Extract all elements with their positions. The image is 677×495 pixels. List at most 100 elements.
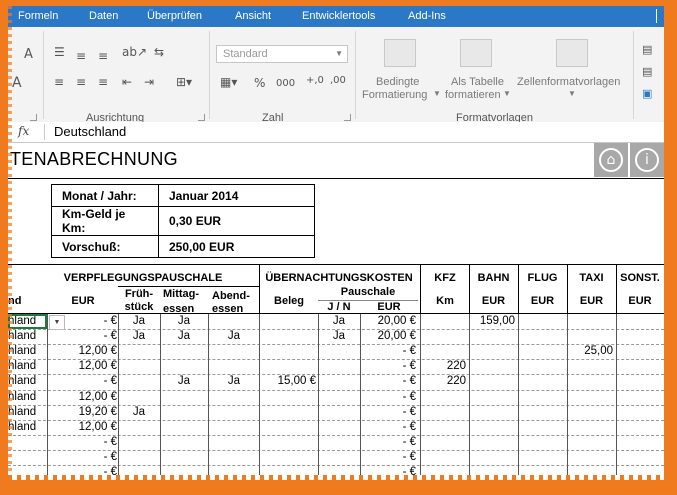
cell-fr[interactable]: Ja (118, 405, 160, 420)
cell-land[interactable]: hland (8, 374, 46, 389)
cell-jn[interactable] (318, 390, 360, 405)
menu-add-ins[interactable]: Add-Ins (408, 10, 446, 22)
cell-flug[interactable] (518, 405, 564, 420)
menu-daten[interactable]: Daten (89, 10, 118, 22)
cell-ab[interactable] (209, 405, 259, 420)
cell-p[interactable]: - € (360, 374, 416, 389)
conditional-formatting-label-2[interactable]: Formatierung (362, 89, 427, 101)
cell-mi[interactable] (160, 390, 208, 405)
active-cell-highlight[interactable] (8, 314, 47, 329)
cell-sonst[interactable] (616, 344, 661, 359)
format-as-table-label-1[interactable]: Als Tabelle (451, 76, 504, 88)
cell-p[interactable]: - € (360, 405, 416, 420)
cell-p[interactable]: - € (360, 390, 416, 405)
cell-p[interactable]: - € (360, 435, 416, 450)
cell-bahn[interactable]: 159,00 (469, 314, 515, 329)
cell-jn[interactable]: Ja (318, 329, 360, 344)
menu-formeln[interactable]: Formeln (18, 10, 58, 22)
home-button[interactable]: ⌂ (594, 143, 628, 177)
cell-jn[interactable]: Ja (318, 314, 360, 329)
cell-mi[interactable] (160, 344, 208, 359)
cell-ab[interactable] (209, 314, 259, 329)
cell-taxi[interactable] (567, 420, 613, 435)
cell-sonst[interactable] (616, 390, 661, 405)
menu-ansicht[interactable]: Ansicht (235, 10, 271, 22)
cell-flug[interactable] (518, 420, 564, 435)
cell-eur[interactable]: 12,00 € (64, 390, 117, 405)
format-as-table-icon[interactable] (460, 39, 492, 67)
cell-fr[interactable] (118, 359, 160, 374)
cell-km[interactable] (421, 329, 466, 344)
align-center-icon[interactable]: ≡ (76, 75, 86, 89)
cell-sonst[interactable] (616, 435, 661, 450)
cell-p[interactable]: 20,00 € (360, 314, 416, 329)
info-value[interactable]: Januar 2014 (158, 184, 315, 207)
cell-km[interactable]: 220 (421, 359, 466, 374)
conditional-formatting-icon[interactable] (384, 39, 416, 67)
cell-taxi[interactable] (567, 314, 613, 329)
cell-bahn[interactable] (469, 359, 515, 374)
cell-flug[interactable] (518, 314, 564, 329)
cell-eur[interactable]: - € (64, 435, 117, 450)
menu-entwicklertools[interactable]: Entwicklertools (302, 10, 375, 22)
cell-fr[interactable] (118, 390, 160, 405)
format-cells-icon[interactable]: ▣ (642, 87, 652, 100)
decrease-decimal-icon[interactable]: ,00 (330, 75, 346, 86)
cell-fr[interactable]: Ja (118, 314, 160, 329)
cell-land[interactable] (8, 450, 46, 465)
decrease-indent-icon[interactable]: ⇤ (122, 75, 132, 89)
accounting-format-icon[interactable]: ▦▾ (220, 75, 237, 89)
cell-taxi[interactable] (567, 329, 613, 344)
cell-beleg[interactable] (260, 450, 316, 465)
orientation-icon[interactable]: ab↗ (122, 45, 147, 59)
font-color-icon[interactable]: A (12, 75, 22, 91)
cell-p[interactable]: - € (360, 344, 416, 359)
cell-beleg[interactable] (260, 314, 316, 329)
cell-ab[interactable]: Ja (209, 329, 259, 344)
cell-sonst[interactable] (616, 314, 661, 329)
cell-taxi[interactable]: 25,00 (567, 344, 613, 359)
cell-p[interactable]: 20,00 € (360, 329, 416, 344)
cell-flug[interactable] (518, 374, 564, 389)
cell-fr[interactable]: Ja (118, 329, 160, 344)
cell-land[interactable] (8, 435, 46, 450)
cell-eur[interactable]: - € (64, 374, 117, 389)
align-bottom-icon[interactable]: ≡ (98, 49, 108, 63)
cell-eur[interactable]: 19,20 € (64, 405, 117, 420)
align-right-icon[interactable]: ≡ (98, 75, 108, 89)
cell-km[interactable] (421, 344, 466, 359)
cell-mi[interactable] (160, 450, 208, 465)
cell-bahn[interactable] (469, 374, 515, 389)
cell-beleg[interactable] (260, 344, 316, 359)
cell-km[interactable] (421, 420, 466, 435)
cell-bahn[interactable] (469, 344, 515, 359)
cell-p[interactable]: - € (360, 420, 416, 435)
cell-flug[interactable] (518, 359, 564, 374)
cell-land[interactable]: hland (8, 344, 46, 359)
cell-flug[interactable] (518, 450, 564, 465)
cell-beleg[interactable] (260, 435, 316, 450)
align-top-icon[interactable]: ☰ (54, 45, 65, 59)
cell-fr[interactable] (118, 435, 160, 450)
cell-taxi[interactable] (567, 405, 613, 420)
cell-ab[interactable] (209, 420, 259, 435)
cell-km[interactable] (421, 435, 466, 450)
cell-beleg[interactable] (260, 329, 316, 344)
cell-flug[interactable] (518, 435, 564, 450)
menu-ueberpruefen[interactable]: Überprüfen (147, 10, 202, 22)
cell-ab[interactable] (209, 390, 259, 405)
cell-jn[interactable] (318, 450, 360, 465)
cell-bahn[interactable] (469, 405, 515, 420)
cell-jn[interactable] (318, 435, 360, 450)
percent-style-icon[interactable]: % (254, 76, 265, 90)
cell-km[interactable] (421, 450, 466, 465)
cell-beleg[interactable] (260, 359, 316, 374)
cell-fr[interactable] (118, 344, 160, 359)
conditional-formatting-label-1[interactable]: Bedingte (376, 76, 419, 88)
cell-mi[interactable] (160, 405, 208, 420)
number-dialog-launcher-icon[interactable] (344, 114, 351, 121)
cell-jn[interactable] (318, 359, 360, 374)
cell-jn[interactable] (318, 420, 360, 435)
cell-land[interactable]: hland (8, 359, 46, 374)
cell-mi[interactable]: Ja (160, 314, 208, 329)
